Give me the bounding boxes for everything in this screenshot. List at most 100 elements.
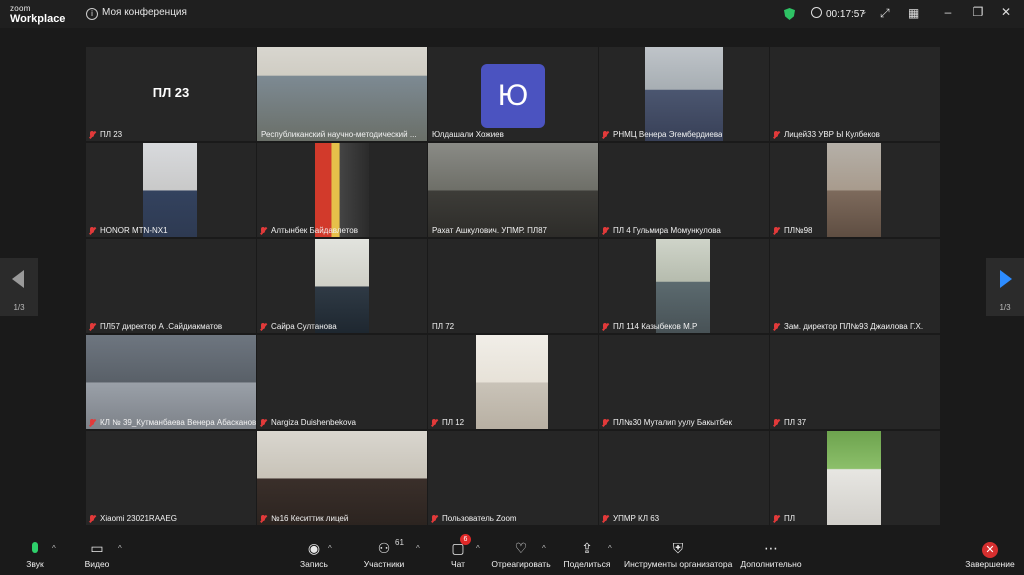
host-tools-label: Инструменты организатора [624,559,733,569]
participant-name: ПЛ 114 Казыбеков М.Р [613,322,698,331]
participant-tile[interactable]: Xiaomi 23021RAAEG [86,431,256,525]
audio-button[interactable]: Звук [18,538,52,570]
participant-tile[interactable]: ПЛ 72 [428,239,598,333]
participant-name: ПЛ№30 Муталип уулу Бакытбек [613,418,732,427]
participant-tile[interactable]: ПЛ 23 ПЛ 23 [86,47,256,141]
participant-tile[interactable]: ПЛ 4 Гульмира Момункулова [599,143,769,237]
restore-button[interactable]: ❐ [970,5,986,19]
participant-tile[interactable]: HONOR MTN-NX1 [86,143,256,237]
host-tools-button[interactable]: ⛨ Инструменты организатора [624,538,732,570]
video-grid: ПЛ 23 ПЛ 23 Республиканский научно-метод… [86,47,941,527]
clock-icon [811,7,822,18]
participant-tile[interactable]: КЛ № 39_Кутманбаева Венера Абаскановна [86,335,256,429]
participant-name: Алтынбек Байдавлетов [271,226,358,235]
end-meeting-button[interactable]: ✕ Завершение [964,538,1016,570]
participant-tile[interactable]: Пользователь Zoom [428,431,598,525]
participant-tile[interactable]: Рахат Ашкулович. УПМР. ПЛ87 [428,143,598,237]
meeting-toolbar: Звук ^ ▭ Видео ^ ◉ Запись ^ ⚇ Участники … [0,534,1024,575]
grid-view-icon[interactable]: ▦ [908,6,919,20]
video-options-caret[interactable]: ^ [118,544,122,553]
participant-tile[interactable]: Ю Юлдашали Хожиев [428,47,598,141]
participant-name: ПЛ№98 [784,226,813,235]
meeting-timer[interactable]: 00:17:57 [811,7,865,20]
audio-label: Звук [26,559,44,569]
participant-name: КЛ № 39_Кутманбаева Венера Абаскановна [100,418,256,427]
participant-tile[interactable]: ПЛ [770,431,940,525]
participant-tile[interactable]: ПЛ57 директор А .Сайдиакматов [86,239,256,333]
minimize-button[interactable]: – [940,5,956,19]
shield-check-icon[interactable] [784,8,795,20]
react-options-caret[interactable]: ^ [542,544,546,553]
participant-name: УПМР КЛ 63 [613,514,660,523]
tile-big-label: ПЛ 23 [152,85,190,100]
participant-video [257,47,427,141]
chevron-down-icon[interactable]: ⌄ [860,6,868,17]
participant-tile[interactable]: ПЛ№30 Муталип уулу Бакытбек [599,335,769,429]
participant-tile[interactable]: РНМЦ Венера Эгембердиева [599,47,769,141]
participant-name: Республиканский научно-методический ... [261,130,417,139]
participant-tile[interactable]: УПМР КЛ 63 [599,431,769,525]
more-label: Дополнительно [740,559,802,569]
participant-tile[interactable]: ПЛ 114 Казыбеков М.Р [599,239,769,333]
arrow-right-icon [1000,270,1012,288]
participant-tile[interactable]: ПЛ 12 [428,335,598,429]
more-icon: ⋯ [764,540,778,556]
participant-name: Пользователь Zoom [442,514,517,523]
logo-line-2: Workplace [10,13,66,25]
participant-tile[interactable]: Лицей33 УВР Ы Кулбеков [770,47,940,141]
meeting-info-button[interactable]: i Моя конференция [86,7,187,20]
record-button[interactable]: ◉ Запись [296,538,332,570]
participant-name: №16 Кеситтик лицей [271,514,349,523]
participant-video [257,431,427,525]
participant-video [86,335,256,429]
participant-tile[interactable]: №16 Кеситтик лицей [257,431,427,525]
participant-video [143,143,197,237]
participant-name: ПЛ 23 [100,130,123,139]
participant-tile[interactable]: Зам. директор ПЛ№93 Джаилова Г.Х. [770,239,940,333]
previous-page-button[interactable]: 1/3 [0,258,38,316]
participant-name: ПЛ 4 Гульмира Момункулова [613,226,721,235]
participants-options-caret[interactable]: ^ [416,544,420,553]
host-tools-shield-icon: ⛨ [672,540,684,556]
avatar: Ю [481,64,545,128]
chat-unread-badge: 6 [460,534,471,545]
share-screen-button[interactable]: ⇪ Поделиться [562,538,612,570]
title-bar: zoom Workplace i Моя конференция 00:17:57… [0,0,1024,28]
participant-tile[interactable]: ПЛ 37 [770,335,940,429]
participant-name: ПЛ 37 [784,418,807,427]
end-label: Завершение [965,559,1015,569]
participant-video [428,143,598,237]
share-icon[interactable]: ⤢ [880,6,890,21]
video-button[interactable]: ▭ Видео [80,538,114,570]
info-icon: i [86,8,98,20]
participant-name: Зам. директор ПЛ№93 Джаилова Г.Х. [784,322,924,331]
audio-options-caret[interactable]: ^ [52,544,56,553]
more-button[interactable]: ⋯ Дополнительно [738,538,804,570]
video-camera-icon: ▭ [90,540,104,556]
close-button[interactable]: ✕ [998,5,1014,19]
chat-options-caret[interactable]: ^ [476,544,480,553]
participant-tile[interactable]: Алтынбек Байдавлетов [257,143,427,237]
participant-tile-active-speaker[interactable]: Республиканский научно-методический ... [257,47,427,141]
participant-name: Рахат Ашкулович. УПМР. ПЛ87 [432,226,547,235]
participants-count: 61 [395,538,404,547]
participant-video [476,335,548,429]
participant-name: Юлдашали Хожиев [432,130,504,139]
participants-label: Участники [363,559,405,569]
meeting-title: Моя конференция [102,7,187,18]
react-button[interactable]: ♡ Отреагировать [490,538,552,570]
record-options-caret[interactable]: ^ [328,544,332,553]
participant-name: Xiaomi 23021RAAEG [100,514,177,523]
page-indicator-left: 1/3 [13,303,25,312]
page-indicator-right: 1/3 [999,303,1011,312]
participant-tile[interactable]: Nargiza Duishenbekova [257,335,427,429]
share-screen-icon: ⇪ [581,540,593,556]
end-call-icon: ✕ [982,542,998,558]
participant-name: ПЛ 12 [442,418,465,427]
participant-video [827,143,881,237]
participant-tile[interactable]: Сайра Султанова [257,239,427,333]
share-options-caret[interactable]: ^ [608,544,612,553]
next-page-button[interactable]: 1/3 [986,258,1024,316]
participant-tile[interactable]: ПЛ№98 [770,143,940,237]
chat-label: Чат [450,559,466,569]
